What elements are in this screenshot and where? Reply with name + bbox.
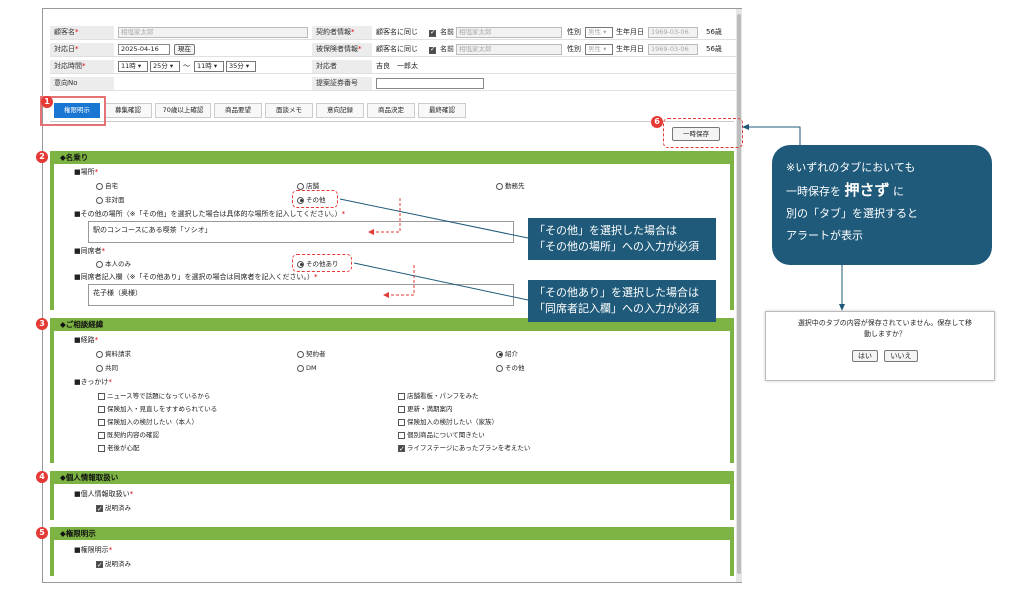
callout-companion-line2: 「同席者記入欄」への入力が必須 <box>534 302 699 315</box>
alert-note-line4: アラートが表示 <box>786 229 863 242</box>
callout-other-place-line2: 「その他の場所」への入力が必須 <box>534 240 699 253</box>
alert-note-line3: 別の「タブ」を選択すると <box>786 207 918 220</box>
alert-message: 選択中のタブの内容が保存されていません。保存して移 動しますか？ <box>797 319 973 338</box>
annotation-connectors <box>339 124 845 311</box>
callout-other-place-line1: 「その他」を選択した場合は <box>534 224 677 237</box>
alert-no-button[interactable]: いいえ <box>884 350 918 362</box>
callout-companion-line1: 「その他あり」を選択した場合は <box>534 286 699 299</box>
alert-yes-button[interactable]: はい <box>852 350 878 362</box>
alert-note-line2: 一時保存を 押さず に <box>786 181 905 199</box>
unsaved-alert-dialog: 選択中のタブの内容が保存されていません。保存して移 動しますか？ はい いいえ <box>765 311 995 381</box>
callout-other-place: 「その他」を選択した場合は 「その他の場所」への入力が必須 <box>528 218 716 260</box>
callout-alert-note: ※いずれのタブにおいても 一時保存を 押さず に 別の「タブ」を選択すると アラ… <box>772 145 992 265</box>
alert-note-line1: ※いずれのタブにおいても <box>786 161 916 174</box>
callout-companion: 「その他あり」を選択した場合は 「同席者記入欄」への入力が必須 <box>528 280 716 322</box>
